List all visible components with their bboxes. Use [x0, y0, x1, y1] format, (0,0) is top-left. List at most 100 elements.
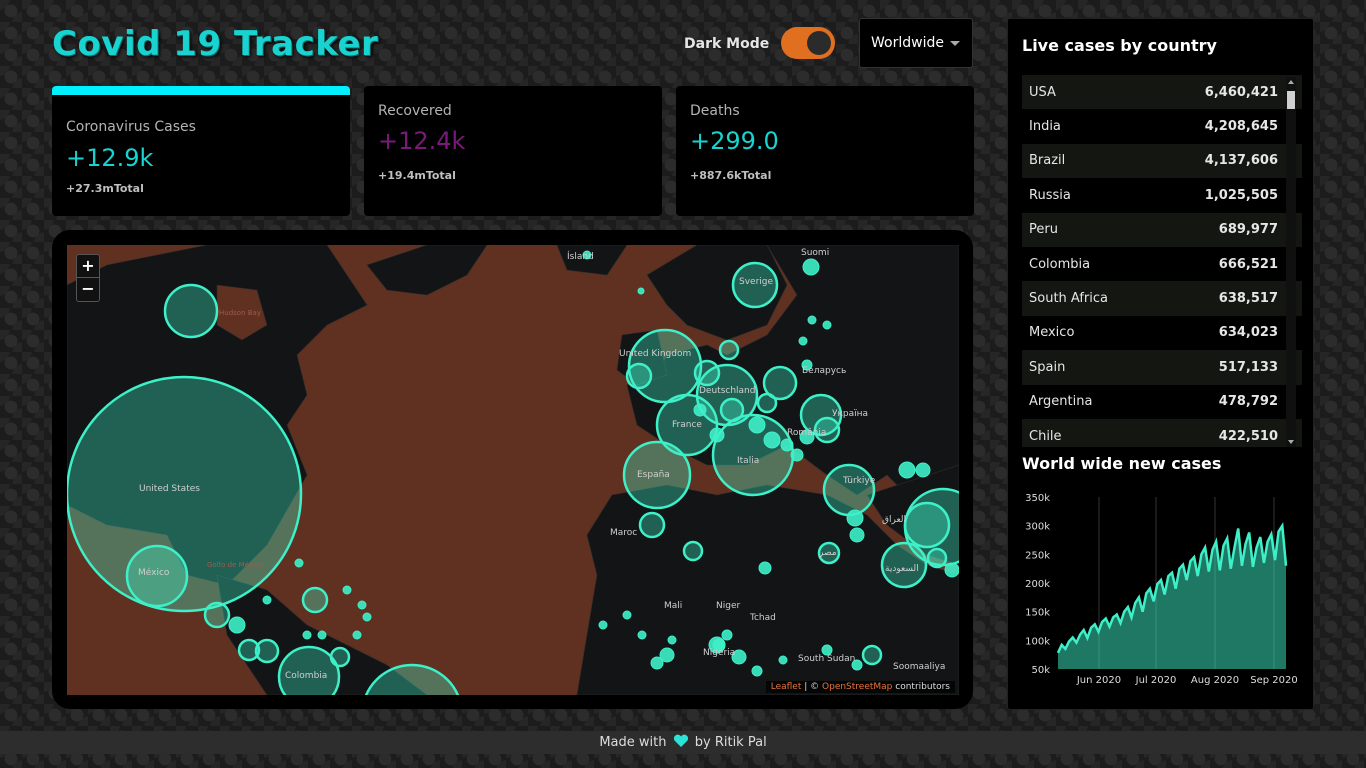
scroll-down-icon[interactable]	[1288, 440, 1294, 444]
table-row[interactable]: USA 6,460,421	[1022, 75, 1302, 110]
case-circle[interactable]	[778, 655, 788, 665]
table-row[interactable]: Colombia 666,521	[1022, 247, 1302, 281]
map-label-belarus: Беларусь	[802, 366, 846, 376]
case-circle[interactable]	[751, 665, 763, 677]
case-circle[interactable]	[352, 630, 362, 640]
case-circle[interactable]	[748, 416, 766, 434]
case-circle[interactable]	[254, 638, 280, 664]
x-tick-label: Jul 2020	[1135, 675, 1177, 686]
case-circle[interactable]	[650, 656, 664, 670]
table-scrollbar[interactable]	[1286, 77, 1296, 447]
country-cases: 478,792	[1218, 394, 1278, 410]
case-circle[interactable]	[163, 283, 219, 339]
map-label-ukraine: Україна	[832, 409, 868, 419]
case-circle[interactable]	[637, 630, 647, 640]
leaflet-link[interactable]: Leaflet	[771, 682, 802, 692]
case-circle[interactable]	[763, 431, 781, 449]
table-row[interactable]: Brazil 4,137,606	[1022, 143, 1302, 179]
zoom-in-button[interactable]: +	[77, 255, 99, 278]
table-row[interactable]: South Africa 638,517	[1022, 281, 1302, 316]
map-label-mali: Mali	[664, 601, 682, 611]
x-tick-label: Aug 2020	[1191, 675, 1239, 686]
live-cases-table[interactable]: USA 6,460,421 India 4,208,645 Brazil 4,137,60…	[1022, 75, 1302, 447]
case-circle[interactable]	[317, 630, 327, 640]
zoom-control: + −	[76, 254, 100, 302]
country-cases: 422,510	[1218, 428, 1278, 444]
case-circle[interactable]	[667, 635, 677, 645]
case-circle[interactable]	[790, 448, 804, 462]
case-circle[interactable]	[780, 438, 794, 452]
attribution-sep: | ©	[801, 682, 823, 692]
case-circle[interactable]	[329, 646, 351, 668]
toggle-knob	[807, 31, 831, 55]
case-circle[interactable]	[693, 403, 707, 417]
map-label-saudi: السعودية	[885, 564, 919, 574]
osm-link[interactable]: OpenStreetMap	[822, 682, 892, 692]
case-circle[interactable]	[625, 362, 653, 390]
x-tick-label: Sep 2020	[1250, 675, 1297, 686]
case-circle[interactable]	[846, 509, 864, 527]
table-row[interactable]: India 4,208,645	[1022, 109, 1302, 143]
case-circle[interactable]	[709, 427, 725, 443]
region-select[interactable]: Worldwide	[859, 18, 973, 68]
map-label-iraq: العراق	[882, 515, 906, 525]
table-row[interactable]: Peru 689,977	[1022, 212, 1302, 247]
case-circle[interactable]	[622, 610, 632, 620]
table-row[interactable]: Chile 422,510	[1022, 418, 1302, 447]
country-cases: 6,460,421	[1204, 84, 1278, 100]
country-cases: 1,025,505	[1204, 187, 1278, 203]
country-name: South Africa	[1029, 291, 1108, 307]
case-circle[interactable]	[637, 287, 645, 295]
case-circle[interactable]	[861, 644, 883, 666]
table-row[interactable]: Mexico 634,023	[1022, 316, 1302, 350]
zoom-out-button[interactable]: −	[77, 278, 99, 301]
case-circle[interactable]	[926, 547, 948, 569]
country-cases: 638,517	[1218, 291, 1278, 307]
case-circle[interactable]	[822, 320, 832, 330]
deaths-card-value: +299.0	[690, 127, 779, 155]
case-circle[interactable]	[718, 339, 740, 361]
map-label-maroc: Maroc	[610, 528, 637, 538]
map-label-espana: España	[637, 470, 670, 480]
recovered-card[interactable]: Recovered +12.4k +19.4mTotal	[364, 86, 662, 216]
case-circle[interactable]	[944, 562, 959, 578]
region-select-value: Worldwide	[871, 35, 944, 51]
case-circle[interactable]	[228, 616, 246, 634]
case-circle[interactable]	[203, 601, 231, 629]
case-circle[interactable]	[898, 461, 916, 479]
case-circle[interactable]	[262, 595, 272, 605]
table-row[interactable]: Russia 1,025,505	[1022, 178, 1302, 212]
case-circle[interactable]	[849, 527, 865, 543]
case-circle[interactable]	[758, 561, 772, 575]
table-row[interactable]: Argentina 478,792	[1022, 385, 1302, 419]
case-circle[interactable]	[301, 586, 329, 614]
case-circle[interactable]	[682, 540, 704, 562]
case-circle[interactable]	[302, 630, 312, 640]
cases-card-total: +27.3mTotal	[66, 182, 144, 195]
live-cases-title: Live cases by country	[1022, 36, 1217, 55]
country-cases: 517,133	[1218, 359, 1278, 375]
case-circle[interactable]	[357, 600, 367, 610]
recovered-card-label: Recovered	[378, 103, 452, 119]
case-circle[interactable]	[294, 558, 304, 568]
case-circle[interactable]	[721, 629, 733, 641]
scroll-up-icon[interactable]	[1288, 80, 1294, 84]
case-circle[interactable]	[362, 612, 372, 622]
case-circle[interactable]	[756, 392, 778, 414]
case-circle[interactable]	[598, 620, 608, 630]
world-map[interactable]: Ísland Suomi Sverige Hudson Bay United K…	[67, 245, 959, 695]
scroll-thumb[interactable]	[1287, 91, 1295, 109]
case-circle[interactable]	[802, 258, 820, 276]
case-circle[interactable]	[915, 462, 931, 478]
case-circle[interactable]	[798, 336, 808, 346]
case-circle[interactable]	[693, 359, 721, 387]
table-row[interactable]: Spain 517,133	[1022, 350, 1302, 385]
cases-card[interactable]: Coronavirus Cases +12.9k +27.3mTotal	[52, 86, 350, 216]
case-circle[interactable]	[638, 511, 666, 539]
dark-mode-toggle[interactable]	[781, 27, 835, 59]
deaths-card[interactable]: Deaths +299.0 +887.6kTotal	[676, 86, 974, 216]
case-circle[interactable]	[342, 585, 352, 595]
case-circle[interactable]	[719, 397, 745, 423]
case-circle[interactable]	[822, 463, 876, 517]
case-circle[interactable]	[807, 315, 817, 325]
